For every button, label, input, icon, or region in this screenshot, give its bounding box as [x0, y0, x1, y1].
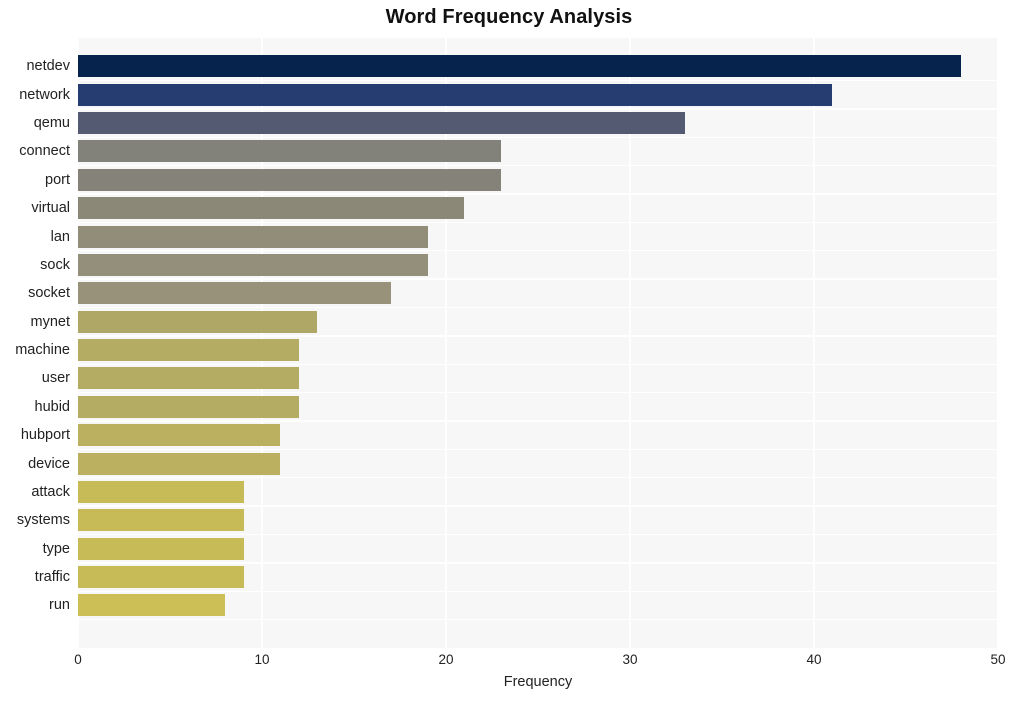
gridline-horizontal [78, 250, 998, 252]
y-axis-label-attack: attack [31, 483, 70, 500]
bar-hubid [78, 395, 299, 418]
gridline-horizontal [78, 136, 998, 138]
bar-socket [78, 282, 391, 305]
bar-device [78, 452, 281, 475]
y-axis-label-socket: socket [28, 285, 70, 302]
y-axis-label-mynet: mynet [30, 313, 71, 330]
gridline-horizontal [78, 562, 998, 564]
x-axis-tick-20: 20 [438, 652, 454, 667]
bar-netdev [78, 55, 962, 78]
plot-area [77, 38, 999, 648]
y-axis-label-traffic: traffic [34, 569, 70, 586]
x-axis-tick-0: 0 [74, 652, 82, 667]
gridline-horizontal [78, 420, 998, 422]
gridline-horizontal [78, 618, 998, 621]
bar-qemu [78, 112, 686, 135]
gridline-horizontal [78, 164, 998, 167]
y-axis-label-network: network [19, 86, 70, 103]
bar-systems [78, 509, 244, 532]
gridline-vertical [997, 38, 999, 648]
bar-lan [78, 225, 428, 248]
chart-title: Word Frequency Analysis [385, 6, 633, 28]
gridline-horizontal [78, 193, 998, 195]
gridline-horizontal [78, 278, 998, 280]
gridline-horizontal [78, 108, 998, 110]
gridline-horizontal [78, 221, 998, 224]
bar-sock [78, 253, 428, 276]
y-axis-label-hubid: hubid [34, 398, 70, 415]
gridline-horizontal [78, 477, 998, 479]
bar-network [78, 83, 833, 106]
bar-port [78, 168, 502, 191]
bar-attack [78, 480, 244, 503]
x-axis-tick-30: 30 [622, 652, 638, 667]
gridline-horizontal [78, 335, 998, 337]
y-axis-label-sock: sock [40, 256, 70, 273]
bar-hubport [78, 424, 281, 447]
x-axis-tick-40: 40 [806, 652, 822, 667]
bar-mynet [78, 310, 318, 333]
y-axis-label-lan: lan [50, 228, 70, 245]
y-axis-label-virtual: virtual [31, 200, 70, 217]
y-axis-label-systems: systems [16, 512, 70, 529]
y-axis-label-qemu: qemu [33, 115, 70, 132]
y-axis-label-hubport: hubport [20, 427, 70, 444]
x-axis-title: Frequency [503, 674, 573, 690]
word-frequency-chart: Word Frequency Analysis netdev network qem… [0, 0, 1018, 701]
gridline-vertical [813, 38, 815, 648]
y-axis-label-device: device [28, 455, 70, 472]
y-axis-label-port: port [45, 171, 70, 188]
y-axis-label-connect: connect [19, 143, 70, 160]
bar-connect [78, 140, 502, 163]
x-axis-tick-50: 50 [990, 652, 1006, 667]
bar-user [78, 367, 299, 390]
bar-machine [78, 339, 299, 362]
x-axis-tick-10: 10 [254, 652, 270, 667]
gridline-horizontal [78, 505, 998, 507]
gridline-horizontal [78, 391, 998, 394]
gridline-horizontal [78, 79, 998, 82]
gridline-horizontal [78, 363, 998, 365]
y-axis-label-run: run [49, 597, 70, 614]
gridline-horizontal [78, 448, 998, 451]
bar-run [78, 594, 226, 617]
gridline-horizontal [78, 306, 998, 309]
y-axis-label-netdev: netdev [26, 58, 70, 75]
bar-traffic [78, 566, 244, 589]
y-axis-label-type: type [42, 540, 70, 557]
y-axis-label-user: user [41, 370, 70, 387]
bar-type [78, 537, 244, 560]
gridline-horizontal [78, 590, 998, 592]
y-axis-label-machine: machine [15, 342, 70, 359]
gridline-horizontal [78, 533, 998, 536]
bar-virtual [78, 197, 465, 220]
